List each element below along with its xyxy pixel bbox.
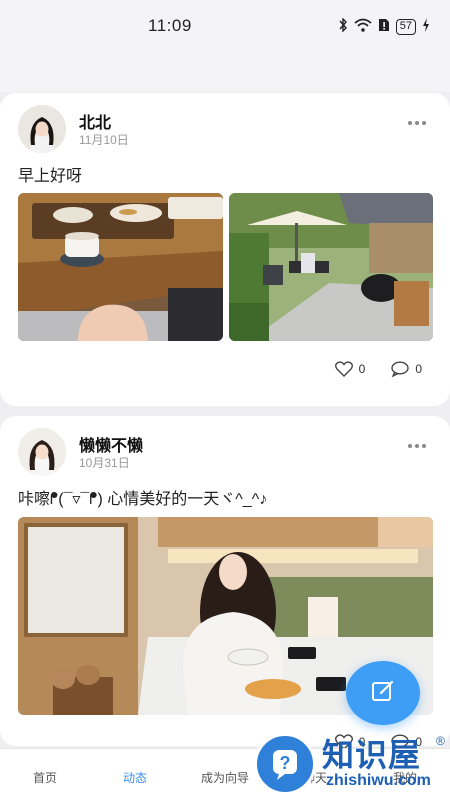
tab-home[interactable]: 首页 — [0, 749, 90, 800]
status-bar: 11:09 57 — [0, 0, 450, 52]
watermark-logo-icon: ? — [254, 733, 316, 795]
battery-icon: 57 — [395, 18, 416, 35]
status-time: 11:09 — [148, 16, 192, 35]
bluetooth-icon — [338, 17, 348, 35]
post-card[interactable]: 北北 11月10日 早上好呀 0 0 — [0, 93, 450, 406]
avatar[interactable] — [18, 105, 66, 153]
watermark-cn: 知识屋 — [322, 736, 422, 774]
avatar[interactable] — [18, 428, 66, 476]
more-icon[interactable] — [408, 444, 426, 448]
post-text: 早上好呀 — [18, 168, 83, 185]
comment-button[interactable]: 0 — [391, 361, 422, 377]
compose-button[interactable] — [346, 661, 420, 725]
status-icons: 57 — [338, 17, 430, 35]
username[interactable]: 北北 — [79, 109, 111, 133]
charging-icon — [422, 18, 430, 35]
post-image[interactable] — [18, 193, 223, 341]
more-icon[interactable] — [408, 121, 426, 125]
watermark-registered: ® — [436, 734, 445, 748]
tab-moments[interactable]: 动态 — [90, 749, 180, 800]
wifi-icon — [354, 18, 372, 35]
post-date: 11月10日 — [79, 133, 129, 147]
post-actions: 0 0 — [334, 361, 422, 377]
top-bar — [0, 52, 450, 92]
edit-icon — [370, 678, 396, 709]
post-image[interactable] — [229, 193, 433, 341]
watermark-en: zhishiwu.com — [326, 772, 431, 789]
svg-text:?: ? — [280, 753, 291, 773]
username[interactable]: 懒懒不懒 — [79, 432, 143, 456]
post-text: 咔嚓ᖰ(¯▿¯ᖰ) 心情美好的一天ヾ^_^♪ — [18, 491, 268, 508]
comment-icon — [391, 361, 410, 377]
sim-alert-icon — [378, 18, 390, 35]
post-date: 10月31日 — [79, 456, 130, 470]
like-count: 0 — [358, 362, 366, 376]
heart-icon — [334, 361, 353, 377]
comment-count: 0 — [415, 362, 422, 376]
like-button[interactable]: 0 — [334, 361, 366, 377]
